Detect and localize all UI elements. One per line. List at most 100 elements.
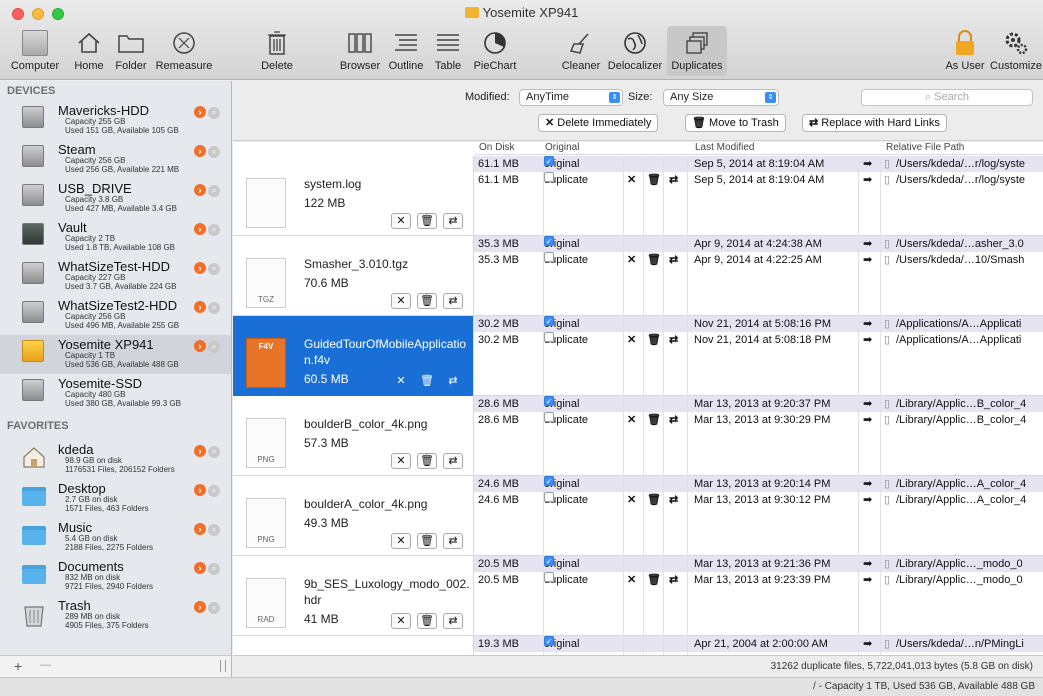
move-to-trash-button[interactable]: 🗑 Move to Trash: [685, 114, 786, 132]
original-toggle[interactable]: duplicate: [544, 172, 588, 188]
row-hardlink-icon[interactable]: ⇄: [669, 172, 678, 188]
table-row[interactable]: 35.3 MB ✓ original Apr 9, 2014 at 4:24:38 A…: [474, 236, 1043, 252]
open-icon[interactable]: ›: [194, 484, 206, 496]
hardlink-group-button[interactable]: ⇄: [443, 373, 463, 389]
duplicate-group[interactable]: TGZ Smasher_3.010.tgz 70.6 MB ✕ 🗑 ⇄ 35.3 MB ✓ or…: [233, 236, 1043, 316]
original-toggle[interactable]: ✓ original: [544, 476, 579, 492]
row-trash-icon[interactable]: 🗑: [647, 252, 661, 268]
file-pane[interactable]: system.log 122 MB ✕ 🗑 ⇄: [233, 156, 474, 236]
table-row[interactable]: 28.6 MB ✓ original Mar 13, 2013 at 9:20:37 …: [474, 396, 1043, 412]
open-icon[interactable]: ›: [194, 262, 206, 274]
trash-group-button[interactable]: 🗑: [417, 293, 437, 309]
hardlink-group-button[interactable]: ⇄: [443, 453, 463, 469]
add-button[interactable]: +: [14, 658, 22, 674]
original-checkbox[interactable]: [544, 492, 554, 502]
magnifier-icon[interactable]: ⌕: [208, 263, 220, 275]
file-pane[interactable]: RAD 9b_SES_Luxology_modo_002.hdr 41 MB ✕ 🗑 ⇄: [233, 556, 474, 636]
table-row[interactable]: 24.6 MB ✓ original Mar 13, 2013 at 9:20:14 …: [474, 476, 1043, 492]
open-icon[interactable]: ›: [194, 106, 206, 118]
row-trash-icon[interactable]: 🗑: [647, 172, 661, 188]
hardlink-group-button[interactable]: ⇄: [443, 293, 463, 309]
delete-group-button[interactable]: ✕: [391, 213, 411, 229]
col-on-disk[interactable]: On Disk: [479, 142, 515, 153]
table-row[interactable]: 30.2 MB duplicate ✕ 🗑 ⇄ Nov 21, 2014 at 5:08:…: [474, 332, 1043, 348]
duplicate-group[interactable]: PNG boulderA_color_4k.png 49.3 MB ✕ 🗑 ⇄ 24.6 M…: [233, 476, 1043, 556]
magnifier-icon[interactable]: ⌕: [208, 302, 220, 314]
open-icon[interactable]: ›: [194, 601, 206, 613]
open-icon[interactable]: ›: [194, 562, 206, 574]
magnifier-icon[interactable]: ⌕: [208, 341, 220, 353]
sidebar-item-mavericks-hdd[interactable]: Mavericks-HDD Capacity 255 GB Used 151 G…: [0, 101, 231, 140]
resize-handle-icon[interactable]: [220, 660, 226, 672]
toolbar-outline-button[interactable]: Outline: [386, 26, 426, 76]
row-delete-icon[interactable]: ✕: [627, 332, 636, 348]
row-hardlink-icon[interactable]: ⇄: [669, 252, 678, 268]
sidebar-item-yosemite-ssd[interactable]: Yosemite-SSD Capacity 480 GB Used 380 GB…: [0, 374, 231, 413]
original-toggle[interactable]: ✓ original: [544, 396, 579, 412]
open-icon[interactable]: ›: [194, 184, 206, 196]
row-delete-icon[interactable]: ✕: [627, 172, 636, 188]
original-checkbox[interactable]: [544, 332, 554, 342]
row-trash-icon[interactable]: 🗑: [647, 572, 661, 588]
magnifier-icon[interactable]: ⌕: [208, 224, 220, 236]
modified-select[interactable]: AnyTime ⇕: [519, 89, 623, 106]
magnifier-icon[interactable]: ⌕: [208, 524, 220, 536]
table-row[interactable]: 61.1 MB ✓ original Sep 5, 2014 at 8:19:04 A…: [474, 156, 1043, 172]
duplicate-group[interactable]: system.log 122 MB ✕ 🗑 ⇄ 61.1 MB ✓ original Sep 5…: [233, 156, 1043, 236]
file-pane[interactable]: PNG boulderA_color_4k.png 49.3 MB ✕ 🗑 ⇄: [233, 476, 474, 556]
reveal-arrow-icon[interactable]: ➡: [863, 172, 872, 188]
row-hardlink-icon[interactable]: ⇄: [669, 572, 678, 588]
sidebar-item-whatsizetest2-hdd[interactable]: WhatSizeTest2-HDD Capacity 256 GB Used 4…: [0, 296, 231, 335]
magnifier-icon[interactable]: ⌕: [208, 602, 220, 614]
row-trash-icon[interactable]: 🗑: [647, 332, 661, 348]
toolbar-delete-button[interactable]: Delete: [255, 26, 299, 76]
toolbar-table-button[interactable]: Table: [430, 26, 466, 76]
size-select[interactable]: Any Size ⇕: [663, 89, 779, 106]
original-checkbox[interactable]: ✓: [544, 556, 554, 566]
sidebar-item-yosemite-xp941[interactable]: Yosemite XP941 Capacity 1 TB Used 536 GB…: [0, 335, 231, 374]
row-hardlink-icon[interactable]: ⇄: [669, 412, 678, 428]
original-toggle[interactable]: ✓ original: [544, 636, 579, 652]
original-toggle[interactable]: ✓ original: [544, 556, 579, 572]
replace-hard-links-button[interactable]: ⇄ Replace with Hard Links: [802, 114, 947, 132]
row-hardlink-icon[interactable]: ⇄: [669, 492, 678, 508]
reveal-arrow-icon[interactable]: ➡: [863, 636, 872, 652]
delete-group-button[interactable]: ✕: [391, 373, 411, 389]
original-toggle[interactable]: ✓ original: [544, 236, 579, 252]
file-pane[interactable]: F4V GuidedTourOfMobileApplication.f4v 60.5…: [233, 316, 474, 396]
toolbar-remeasure-button[interactable]: Remeasure: [153, 26, 215, 76]
toolbar-computer-button[interactable]: Computer: [6, 26, 64, 76]
sidebar-item-usb-drive[interactable]: USB_DRIVE Capacity 3.8 GB Used 427 MB, A…: [0, 179, 231, 218]
hardlink-group-button[interactable]: ⇄: [443, 613, 463, 629]
col-last-modified[interactable]: Last Modified: [695, 142, 754, 153]
trash-group-button[interactable]: 🗑: [417, 213, 437, 229]
toolbar-duplicates-button[interactable]: Duplicates: [667, 26, 727, 76]
col-original[interactable]: Original: [545, 142, 579, 153]
duplicate-group[interactable]: RAD 9b_SES_Luxology_modo_002.hdr 41 MB ✕ 🗑 ⇄ 2…: [233, 556, 1043, 636]
magnifier-icon[interactable]: ⌕: [208, 146, 220, 158]
file-pane[interactable]: PNG boulderB_color_4k.png 57.3 MB ✕ 🗑 ⇄: [233, 396, 474, 476]
row-delete-icon[interactable]: ✕: [627, 252, 636, 268]
table-row[interactable]: 20.5 MB duplicate ✕ 🗑 ⇄ Mar 13, 2013 at 9:23:…: [474, 572, 1043, 588]
table-row[interactable]: 35.3 MB duplicate ✕ 🗑 ⇄ Apr 9, 2014 at 4:22:2…: [474, 252, 1043, 268]
row-delete-icon[interactable]: ✕: [627, 492, 636, 508]
toolbar-delocalizer-button[interactable]: Delocalizer: [605, 26, 665, 76]
trash-group-button[interactable]: 🗑: [417, 533, 437, 549]
row-trash-icon[interactable]: 🗑: [647, 492, 661, 508]
duplicate-group[interactable]: F4V GuidedTourOfMobileApplication.f4v 60.5…: [233, 316, 1043, 396]
magnifier-icon[interactable]: ⌕: [208, 107, 220, 119]
original-checkbox[interactable]: [544, 252, 554, 262]
row-delete-icon[interactable]: ✕: [627, 412, 636, 428]
reveal-arrow-icon[interactable]: ➡: [863, 476, 872, 492]
reveal-arrow-icon[interactable]: ➡: [863, 252, 872, 268]
open-icon[interactable]: ›: [194, 145, 206, 157]
toolbar-home-button[interactable]: Home: [71, 26, 107, 76]
reveal-arrow-icon[interactable]: ➡: [863, 412, 872, 428]
reveal-arrow-icon[interactable]: ➡: [863, 332, 872, 348]
file-pane[interactable]: PMingLiU.TTF: [233, 636, 474, 655]
table-row[interactable]: 28.6 MB duplicate ✕ 🗑 ⇄ Mar 13, 2013 at 9:30:…: [474, 412, 1043, 428]
sidebar-item-vault[interactable]: Vault Capacity 2 TB Used 1.8 TB, Availab…: [0, 218, 231, 257]
table-row[interactable]: 61.1 MB duplicate ✕ 🗑 ⇄ Sep 5, 2014 at 8:19:0…: [474, 172, 1043, 188]
hardlink-group-button[interactable]: ⇄: [443, 533, 463, 549]
duplicate-group[interactable]: PMingLiU.TTF 19.3 MB ✓original Apr 21, 2004…: [233, 636, 1043, 655]
